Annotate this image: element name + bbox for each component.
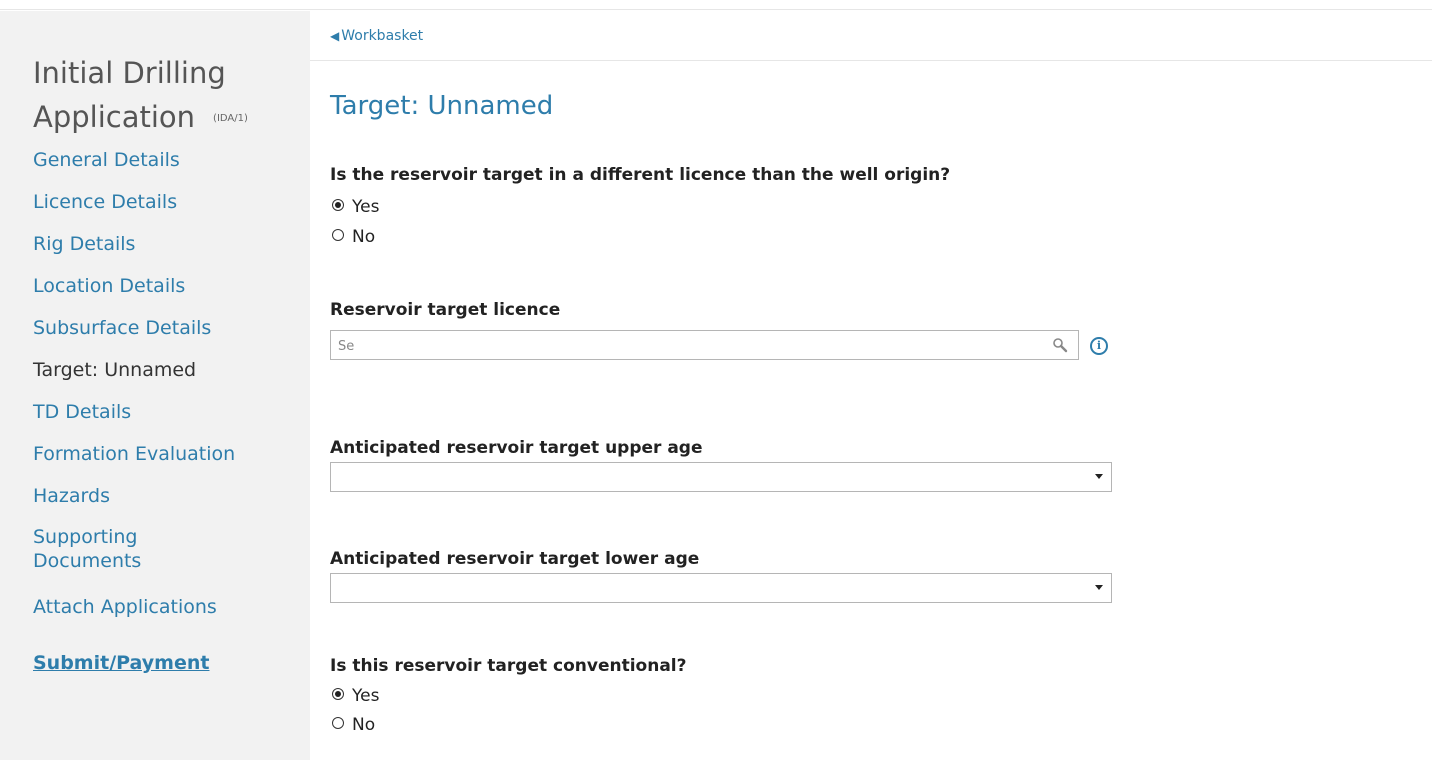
sidebar-item-formation-evaluation[interactable]: Formation Evaluation xyxy=(33,442,293,466)
sidebar-item-label: Documents xyxy=(33,550,142,572)
radio-checked-icon xyxy=(332,688,344,700)
reservoir-licence-search xyxy=(330,330,1079,360)
reservoir-licence-input[interactable] xyxy=(336,335,1030,357)
main-content: ◀ Workbasket Target: Unnamed Is the reser… xyxy=(310,11,1432,760)
different-licence-yes-radio[interactable]: Yes xyxy=(332,197,379,217)
sidebar-item-location-details[interactable]: Location Details xyxy=(33,274,293,298)
radio-label: Yes xyxy=(352,197,380,217)
sidebar-item-supporting-documents[interactable]: Supporting Documents xyxy=(33,525,293,573)
app-title-line2: Application xyxy=(33,100,196,134)
conventional-yes-radio[interactable]: Yes xyxy=(332,686,379,706)
magnifier-icon[interactable] xyxy=(1052,337,1068,353)
sidebar-item-rig-details[interactable]: Rig Details xyxy=(33,232,293,256)
chevron-down-icon xyxy=(1095,474,1103,479)
different-licence-question: Is the reservoir target in a different l… xyxy=(330,165,951,185)
radio-label: No xyxy=(352,227,376,247)
lower-age-label: Anticipated reservoir target lower age xyxy=(330,549,700,569)
top-divider xyxy=(0,0,1432,10)
conventional-question: Is this reservoir target conventional? xyxy=(330,656,687,676)
sidebar-item-submit-payment[interactable]: Submit/Payment xyxy=(33,651,293,675)
radio-checked-icon xyxy=(332,199,344,211)
upper-age-select[interactable] xyxy=(330,462,1112,492)
sidebar-item-subsurface-details[interactable]: Subsurface Details xyxy=(33,316,293,340)
workbasket-back-link[interactable]: ◀ Workbasket xyxy=(330,28,423,44)
chevron-down-icon xyxy=(1095,585,1103,590)
conventional-no-radio[interactable]: No xyxy=(332,715,375,735)
back-link-label: Workbasket xyxy=(341,28,424,44)
sidebar-item-hazards[interactable]: Hazards xyxy=(33,484,293,508)
sidebar-item-target-unnamed[interactable]: Target: Unnamed xyxy=(33,358,293,382)
radio-unchecked-icon xyxy=(332,229,344,241)
radio-label: Yes xyxy=(352,686,380,706)
different-licence-no-radio[interactable]: No xyxy=(332,227,375,247)
sidebar-item-label: Supporting xyxy=(33,526,138,548)
sidebar: Initial Drilling Application (IDA/1) Gene… xyxy=(0,11,310,760)
reservoir-licence-label: Reservoir target licence xyxy=(330,300,561,320)
radio-label: No xyxy=(352,715,376,735)
upper-age-label: Anticipated reservoir target upper age xyxy=(330,438,703,458)
sidebar-item-td-details[interactable]: TD Details xyxy=(33,400,293,424)
sidebar-item-general-details[interactable]: General Details xyxy=(33,148,293,172)
info-icon[interactable]: i xyxy=(1090,337,1108,355)
sidebar-item-licence-details[interactable]: Licence Details xyxy=(33,190,293,214)
app-title-line1: Initial Drilling xyxy=(33,56,226,90)
breadcrumb: ◀ Workbasket xyxy=(310,11,1432,61)
radio-unchecked-icon xyxy=(332,717,344,729)
app-title-line2-row: Application (IDA/1) xyxy=(33,95,303,141)
lower-age-select[interactable] xyxy=(330,573,1112,603)
sidebar-item-attach-applications[interactable]: Attach Applications xyxy=(33,595,293,619)
triangle-left-icon: ◀ xyxy=(330,29,340,43)
app-code: (IDA/1) xyxy=(213,113,248,124)
page-title: Target: Unnamed xyxy=(330,91,554,121)
app-title: Initial Drilling Application (IDA/1) xyxy=(33,51,303,141)
